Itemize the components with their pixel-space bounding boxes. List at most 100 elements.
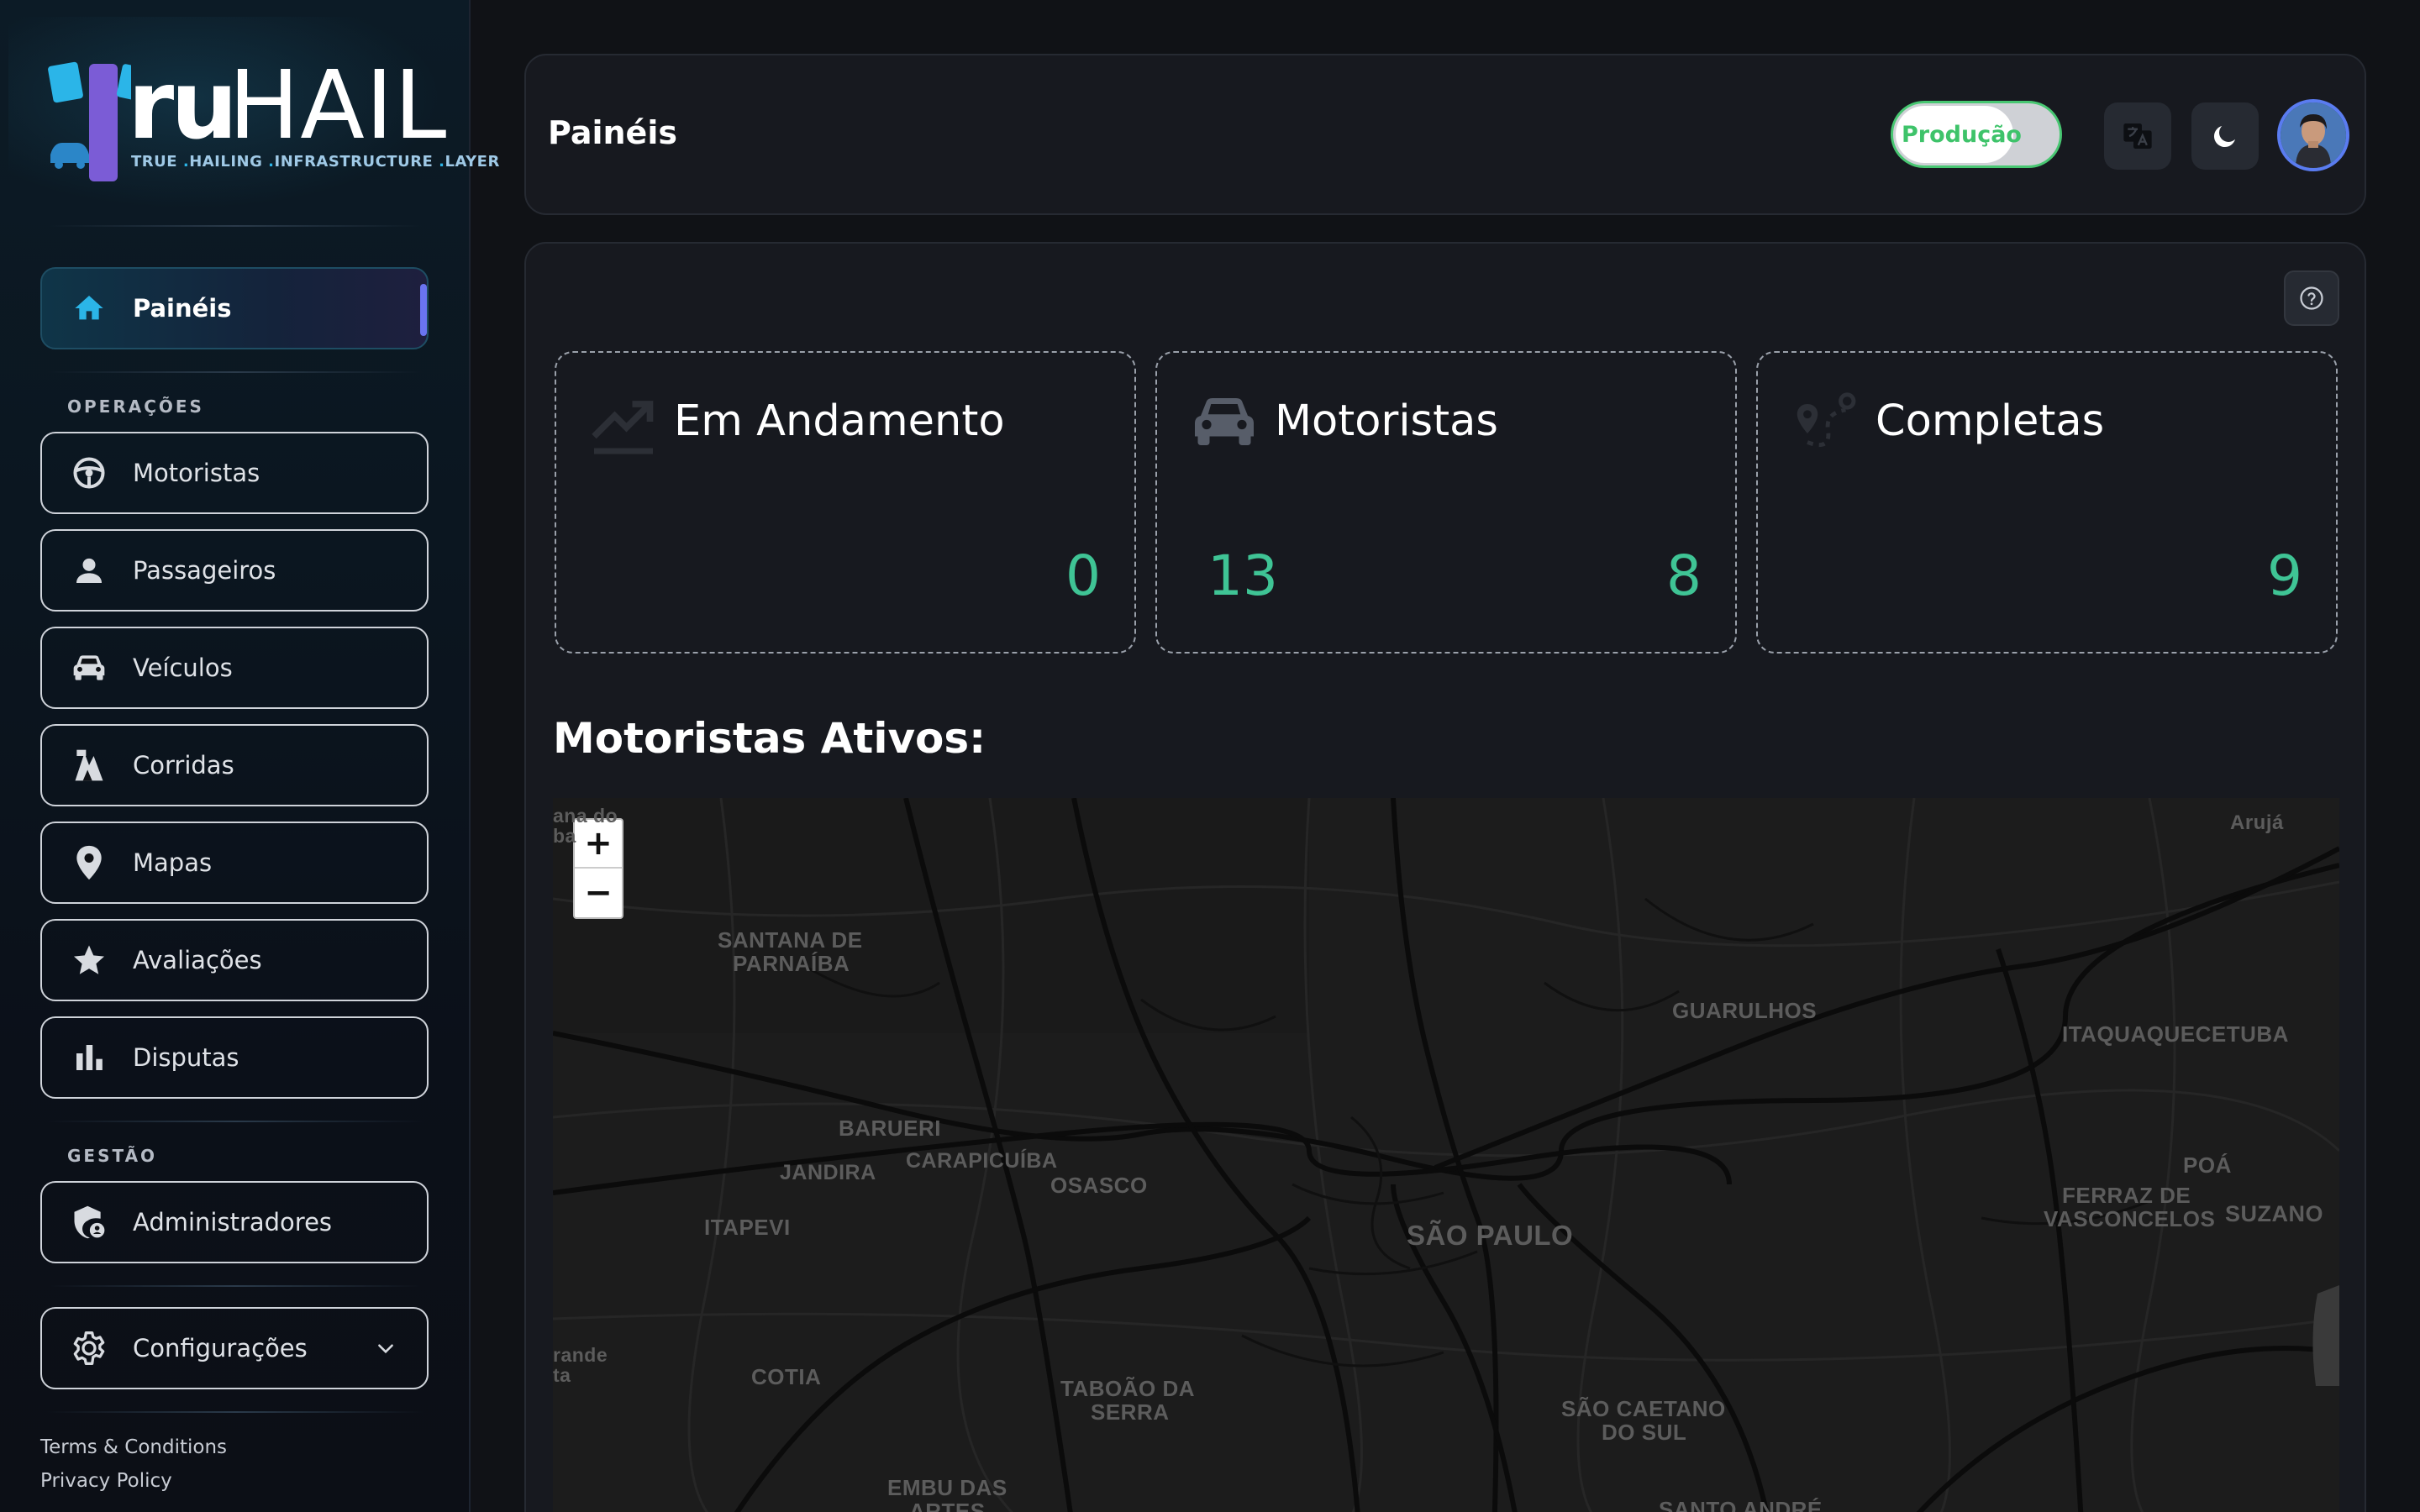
route-pin-icon: [1797, 392, 1856, 448]
section-label-operacoes: OPERAÇÕES: [67, 396, 204, 417]
map-label: VASCONCELOS: [2044, 1206, 2216, 1231]
map-label: SUZANO: [2225, 1201, 2323, 1226]
sidebar-item-label: Veículos: [133, 654, 233, 682]
map-label: CARAPICUÍBA: [906, 1149, 1058, 1173]
map-title: Motoristas Ativos:: [553, 714, 986, 763]
section-label-gestao: GESTÃO: [67, 1146, 158, 1166]
avatar[interactable]: [2277, 99, 2349, 171]
car-icon: [71, 649, 108, 686]
sidebar-item-corridas[interactable]: Corridas: [40, 724, 429, 806]
translate-button[interactable]: [2104, 102, 2171, 170]
logo-tagline: TRUE .HAILING .INFRASTRUCTURE .LAYER: [131, 153, 500, 171]
person-icon: [71, 552, 108, 589]
sidebar-item-label: Administradores: [133, 1208, 333, 1236]
sidebar-item-veiculos[interactable]: Veículos: [40, 627, 429, 709]
stat-card-title: Completas: [1876, 396, 2105, 446]
sidebar: ru HAIL TRUE .HAILING .INFRASTRUCTURE .L…: [0, 0, 499, 1512]
map-label: SANTO ANDRÉ: [1659, 1497, 1823, 1512]
map-label: SÃO PAULO: [1407, 1220, 1574, 1251]
map-label: DO SUL: [1602, 1420, 1687, 1445]
map-roads: [553, 798, 2339, 1512]
sidebar-item-label: Motoristas: [133, 459, 260, 487]
admin-shield-icon: [71, 1204, 108, 1241]
stat-card-value-left: 13: [1207, 543, 1278, 608]
sidebar-item-motoristas[interactable]: Motoristas: [40, 432, 429, 514]
translate-icon: [2123, 123, 2152, 149]
stat-card-value: 0: [1065, 543, 1101, 608]
page-title: Painéis: [548, 114, 677, 151]
moon-icon: [2213, 126, 2235, 148]
map-label: Arujá: [2230, 811, 2284, 834]
logo[interactable]: ru HAIL TRUE .HAILING .INFRASTRUCTURE .L…: [47, 51, 499, 188]
map-label: FERRAZ DE: [2062, 1183, 2191, 1208]
sidebar-item-avaliacoes[interactable]: Avaliações: [40, 919, 429, 1001]
tagline-word: HAILING: [189, 153, 263, 171]
sidebar-item-configuracoes[interactable]: Configurações: [40, 1307, 429, 1389]
divider: [47, 371, 424, 373]
question-icon: [2300, 286, 2323, 310]
help-button[interactable]: [2284, 270, 2339, 326]
map-label: JANDIRA: [780, 1161, 876, 1184]
sidebar-item-disputas[interactable]: Disputas: [40, 1016, 429, 1099]
map-label: COTIA: [751, 1364, 822, 1389]
theme-toggle-button[interactable]: [2191, 102, 2259, 170]
steering-wheel-icon: [71, 454, 108, 491]
gear-icon: [71, 1330, 108, 1367]
active-drivers-map[interactable]: + − Arujá SANTANA DE PARNAÍBA GUARULHOS …: [553, 798, 2339, 1512]
map-label: ba: [553, 825, 576, 847]
map-zoom-control: + −: [573, 818, 623, 919]
logo-text-light: HAIL: [229, 51, 448, 160]
sidebar-item-label: Passageiros: [133, 556, 276, 585]
stat-card-value-right: 8: [1666, 543, 1702, 608]
dashboard-panel: Em Andamento 0 Motoristas 13 8 Completas…: [524, 242, 2366, 1512]
stat-card-em-andamento[interactable]: Em Andamento 0: [555, 351, 1136, 654]
map-label: ana do: [553, 805, 618, 827]
divider: [47, 1285, 424, 1287]
terms-link[interactable]: Terms & Conditions: [40, 1436, 227, 1458]
environment-label: Produção: [1902, 122, 2022, 148]
stat-card-title: Em Andamento: [674, 396, 1005, 446]
divider: [47, 1121, 424, 1122]
map-label: SÃO CAETANO: [1561, 1396, 1726, 1421]
stat-card-completas[interactable]: Completas 9: [1756, 351, 2338, 654]
map-label: ITAPEVI: [704, 1215, 791, 1240]
stat-card-value: 9: [2267, 543, 2302, 608]
sidebar-item-label: Avaliações: [133, 946, 262, 974]
tagline-word: LAYER: [445, 153, 500, 171]
star-icon: [71, 942, 108, 979]
sidebar-item-label: Disputas: [133, 1043, 239, 1072]
user-avatar-icon: [2281, 102, 2346, 168]
map-label: OSASCO: [1050, 1173, 1148, 1198]
map-pin-icon: [71, 844, 108, 881]
tagline-word: TRUE: [131, 153, 178, 171]
map-label: ITAQUAQUECETUBA: [2062, 1021, 2289, 1047]
map-label: ARTES: [909, 1499, 986, 1512]
privacy-link[interactable]: Privacy Policy: [40, 1470, 172, 1492]
zoom-out-button[interactable]: −: [575, 869, 622, 917]
map-label: TABOÃO DA: [1060, 1376, 1196, 1401]
map-label: GUARULHOS: [1672, 998, 1818, 1023]
environment-toggle[interactable]: Produção: [1891, 101, 2062, 168]
divider: [47, 225, 424, 227]
stat-card-motoristas[interactable]: Motoristas 13 8: [1155, 351, 1737, 654]
zoom-in-button[interactable]: +: [575, 820, 622, 869]
divider: [47, 1411, 424, 1413]
active-indicator: [420, 284, 427, 336]
map-label: POÁ: [2183, 1152, 2232, 1178]
sidebar-item-label: Configurações: [133, 1334, 308, 1362]
sidebar-item-paineis[interactable]: Painéis: [40, 267, 429, 349]
home-icon: [71, 290, 108, 327]
sidebar-item-administradores[interactable]: Administradores: [40, 1181, 429, 1263]
map-label: PARNAÍBA: [733, 951, 850, 976]
map-label: SERRA: [1091, 1399, 1170, 1425]
sidebar-item-passageiros[interactable]: Passageiros: [40, 529, 429, 612]
chevron-down-icon: [378, 1344, 393, 1354]
sidebar-item-label: Corridas: [133, 751, 234, 780]
bar-chart-icon: [71, 1039, 108, 1076]
stat-card-title: Motoristas: [1275, 396, 1498, 446]
sidebar-item-label: Mapas: [133, 848, 213, 877]
sidebar-item-mapas[interactable]: Mapas: [40, 822, 429, 904]
map-label: ta: [553, 1364, 571, 1386]
logo-text-bold: ru: [128, 51, 238, 160]
trending-up-icon: [592, 401, 654, 454]
